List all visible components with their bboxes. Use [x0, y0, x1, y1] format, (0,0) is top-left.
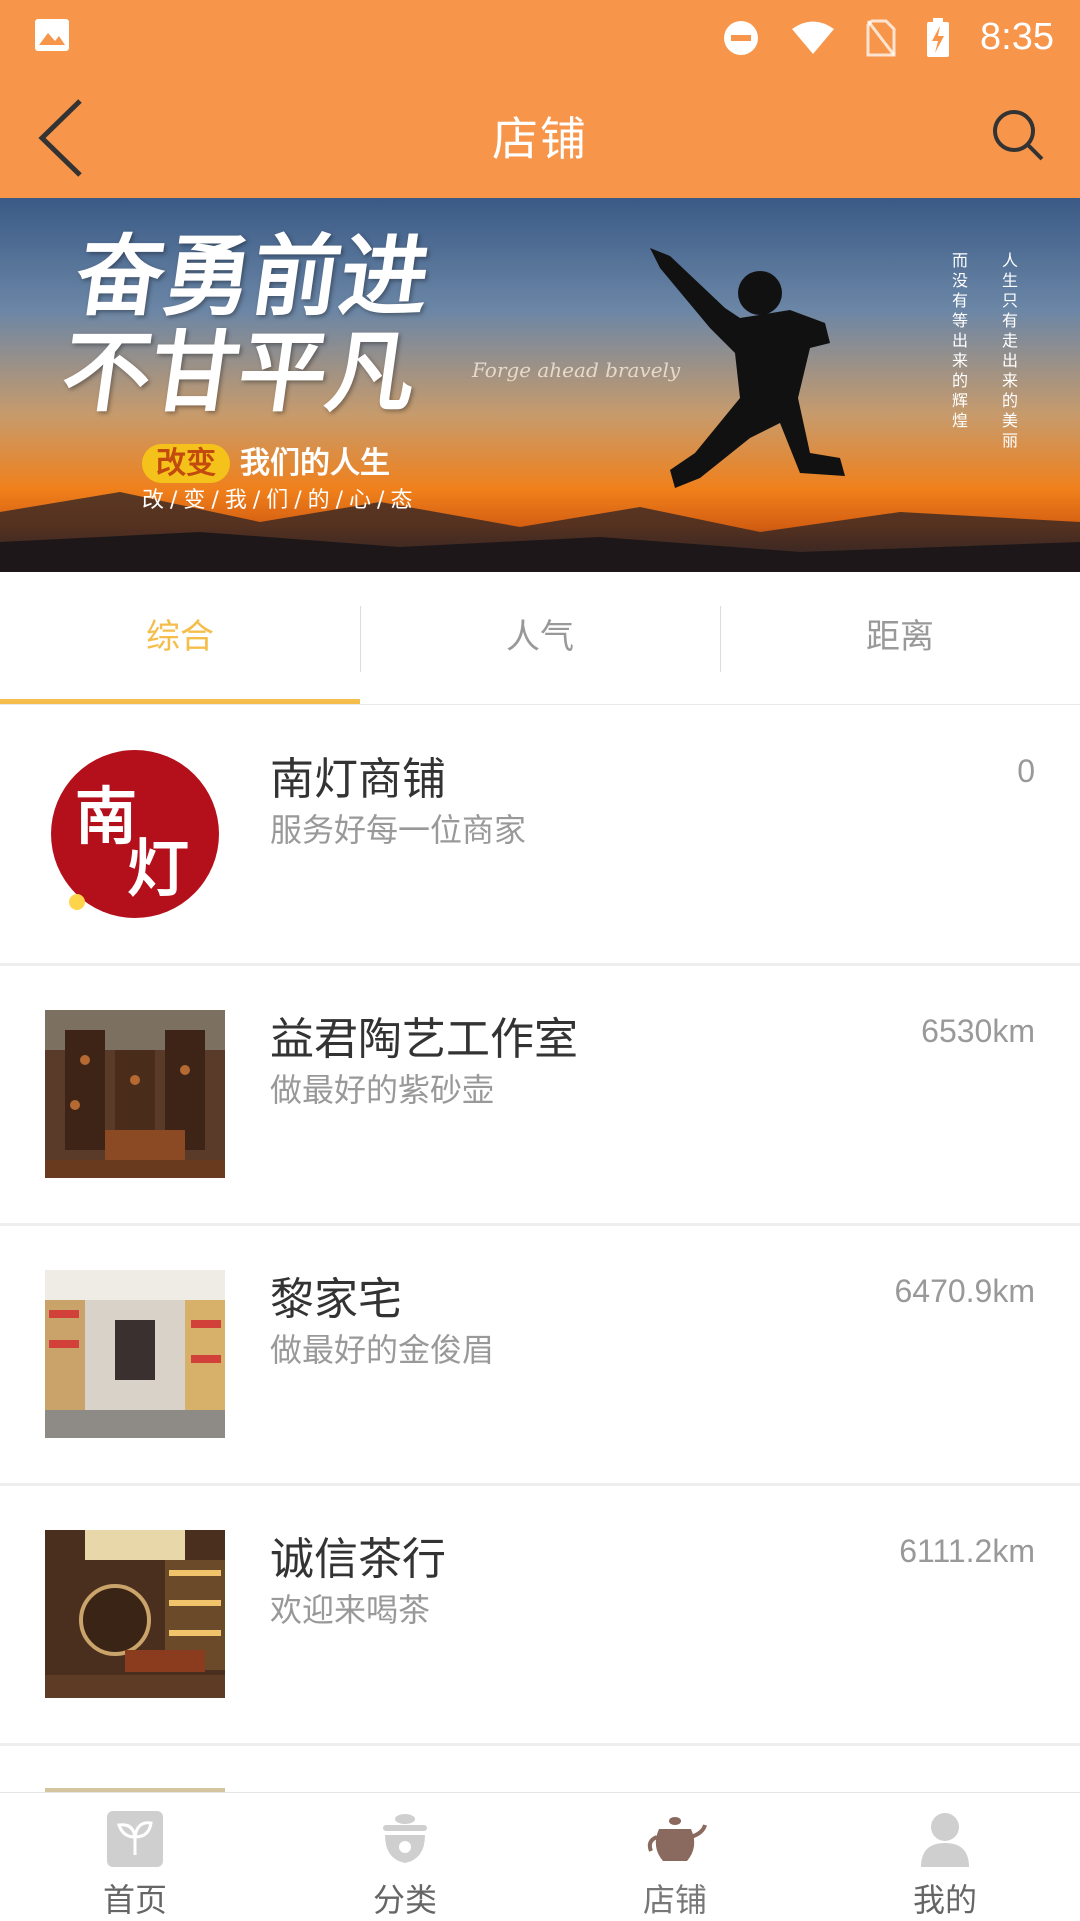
page-title: 店铺	[492, 112, 588, 166]
do-not-disturb-icon	[724, 20, 759, 55]
banner-vertical-left: 而没有等出来的辉煌	[949, 252, 968, 432]
tab-popularity[interactable]: 人气	[360, 572, 720, 704]
search-icon[interactable]	[986, 103, 1050, 167]
store-item[interactable]: 黎家宅 做最好的金俊眉 6470.9km	[0, 1225, 1080, 1486]
nav-profile[interactable]: 我的	[810, 1793, 1080, 1921]
store-description: 服务好每一位商家	[270, 811, 527, 849]
category-teacup-icon	[383, 1814, 427, 1863]
store-name: 南灯商铺	[270, 754, 446, 805]
store-distance: 6470.9km	[894, 1273, 1035, 1309]
status-time: 8:35	[980, 16, 1054, 58]
jumping-person-silhouette	[650, 248, 845, 488]
promo-banner[interactable]: 奋勇前进 不甘平凡 Forge ahead bravely 改变 我们的人生 改/…	[0, 198, 1080, 572]
nav-category[interactable]: 分类	[270, 1793, 540, 1921]
svg-text:灯: 灯	[127, 832, 189, 905]
banner-headline: 奋勇前进 不甘平凡	[55, 224, 437, 424]
store-description: 做最好的金俊眉	[270, 1331, 495, 1369]
store-name: 诚信茶行	[270, 1534, 446, 1585]
profile-person-icon	[921, 1813, 969, 1867]
battery-charging-icon	[927, 17, 950, 57]
banner-subline: 改/变/我/们/的/心/态	[142, 488, 419, 513]
app-bar: 店铺	[0, 75, 1080, 198]
store-item[interactable]: 南 灯 南灯商铺 服务好每一位商家 0	[0, 705, 1080, 966]
home-leaf-icon	[107, 1811, 163, 1867]
tab-distance[interactable]: 距离	[720, 572, 1080, 704]
store-photo	[45, 1270, 225, 1438]
store-distance: 0	[1017, 753, 1035, 789]
nav-store[interactable]: 店铺	[540, 1793, 810, 1921]
store-photo	[45, 1010, 225, 1178]
store-teapot-icon	[647, 1817, 707, 1861]
store-distance: 6530km	[921, 1013, 1035, 1049]
wifi-icon	[792, 21, 835, 54]
tab-comprehensive[interactable]: 综合	[0, 572, 360, 704]
store-item[interactable]: 诚信茶行 欢迎来喝茶 6111.2km	[0, 1485, 1080, 1746]
store-description: 做最好的紫砂壶	[270, 1071, 495, 1109]
store-name: 益君陶艺工作室	[270, 1014, 578, 1065]
store-distance: 6111.2km	[899, 1533, 1035, 1569]
banner-slogan: 改变 我们的人生	[142, 438, 390, 483]
store-name: 黎家宅	[270, 1274, 402, 1325]
store-logo: 南 灯	[45, 750, 225, 918]
store-item[interactable]: 益君陶艺工作室 做最好的紫砂壶 6530km	[0, 965, 1080, 1226]
store-description: 欢迎来喝茶	[270, 1591, 431, 1629]
sort-tabs: 综合 人气 距离	[0, 572, 1080, 705]
banner-vertical-right: 人生只有走出来的美丽	[999, 252, 1018, 452]
no-sim-icon	[866, 19, 896, 56]
store-photo	[45, 1530, 225, 1698]
status-bar: 8:35	[0, 0, 1080, 75]
gallery-notification-icon	[35, 19, 69, 51]
bottom-navigation: 首页 分类 店铺 我的	[0, 1792, 1080, 1921]
nav-home[interactable]: 首页	[0, 1793, 270, 1921]
